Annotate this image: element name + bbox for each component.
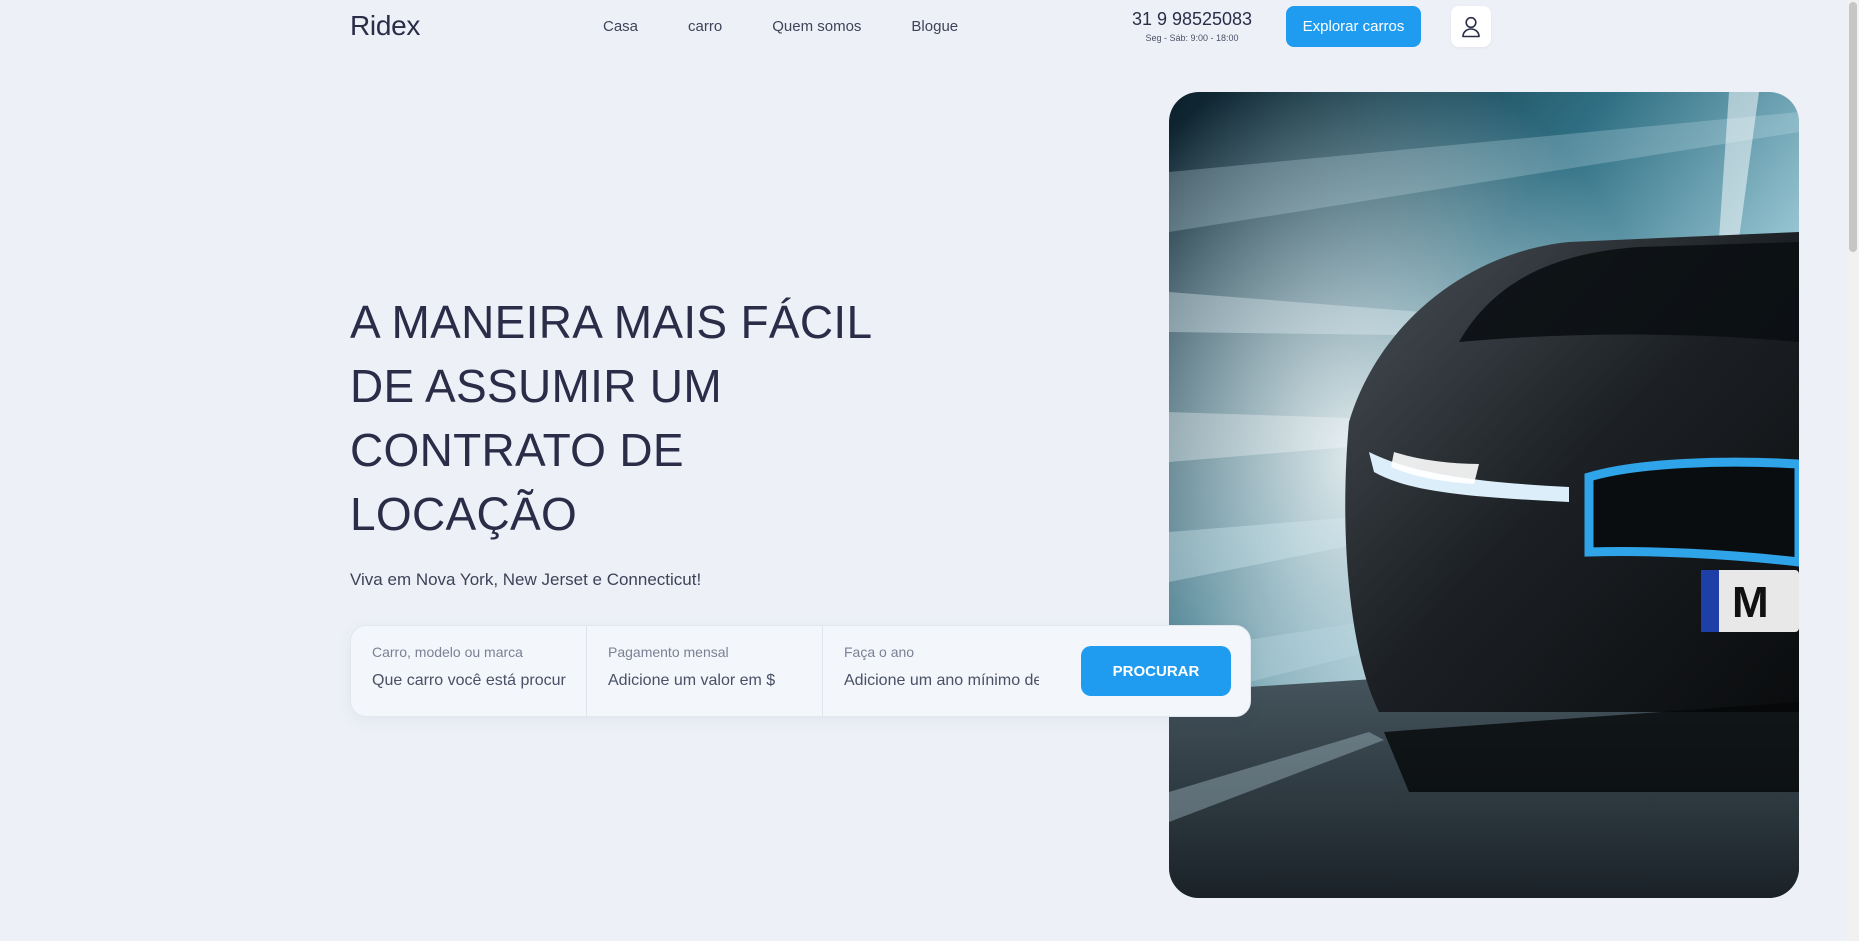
nav-item-blogue[interactable]: Blogue bbox=[911, 18, 958, 35]
scrollbar-thumb[interactable] bbox=[1849, 2, 1857, 252]
car-model-input[interactable] bbox=[372, 672, 566, 690]
contact-info: 31 9 98525083 Seg - Sáb: 9:00 - 18:00 bbox=[1125, 8, 1259, 43]
nav-item-quem-somos[interactable]: Quem somos bbox=[772, 18, 861, 35]
page-scrollbar[interactable] bbox=[1847, 0, 1859, 941]
svg-text:M: M bbox=[1732, 578, 1769, 627]
year-field: Faça o ano bbox=[823, 626, 1059, 716]
hero-car-image: M bbox=[1169, 92, 1799, 898]
site-header: Ridex Casa carro Quem somos Blogue 31 9 … bbox=[0, 0, 1859, 56]
nav-item-casa[interactable]: Casa bbox=[603, 18, 638, 35]
year-label: Faça o ano bbox=[844, 644, 915, 660]
nav-item-carro[interactable]: carro bbox=[688, 18, 722, 35]
main-nav: Casa carro Quem somos Blogue bbox=[603, 18, 1008, 35]
explore-cars-button[interactable]: Explorar carros bbox=[1286, 6, 1421, 47]
monthly-payment-input[interactable] bbox=[608, 672, 802, 690]
hero-title: A MANEIRA MAIS FÁCIL DE ASSUMIR UM CONTR… bbox=[350, 296, 871, 540]
car-model-label: Carro, modelo ou marca bbox=[372, 644, 523, 660]
monthly-payment-field: Pagamento mensal bbox=[587, 626, 823, 716]
search-bar: Carro, modelo ou marca Pagamento mensal … bbox=[350, 625, 1251, 717]
hero-subtitle: Viva em Nova York, New Jerset e Connecti… bbox=[350, 570, 702, 589]
user-account-button[interactable] bbox=[1451, 6, 1491, 47]
monthly-payment-label: Pagamento mensal bbox=[608, 644, 729, 660]
search-button[interactable]: PROCURAR bbox=[1081, 646, 1231, 696]
phone-number[interactable]: 31 9 98525083 bbox=[1125, 8, 1259, 30]
user-icon bbox=[1462, 16, 1480, 37]
year-input[interactable] bbox=[844, 672, 1039, 690]
opening-hours: Seg - Sáb: 9:00 - 18:00 bbox=[1145, 33, 1239, 43]
logo[interactable]: Ridex bbox=[350, 10, 420, 42]
car-model-field: Carro, modelo ou marca bbox=[351, 626, 587, 716]
